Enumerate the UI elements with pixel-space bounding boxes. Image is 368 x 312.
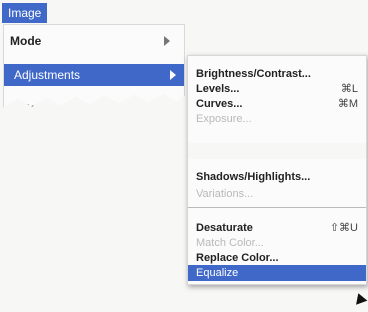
submenu-item-desaturate[interactable]: Desaturate ⇧⌘U [196,220,358,236]
torn-edge [188,143,366,159]
menu-item-label: Auto Tone [10,101,69,115]
menu-item-label: Equalize [196,267,239,279]
submenu-item-curves[interactable]: Curves... ⌘M [196,96,358,112]
menu-item-label: Desaturate [196,222,253,234]
menu-item-label: Mode [10,34,42,48]
image-menu-title[interactable]: Image [2,3,48,23]
shortcut-label: ⌘M [337,98,358,110]
submenu-item-equalize[interactable]: Equalize [188,265,366,281]
menu-divider [188,207,366,208]
menu-item-mode[interactable]: Mode [10,30,178,52]
submenu-arrow-icon [170,70,176,80]
image-menu: Mode Adjustments Auto Tone ⇧⌘L [3,24,185,115]
shortcut-label: ⇧⌘U [329,222,358,234]
shortcut-label: ⇧⌘L [141,101,170,115]
menu-item-label: Shadows/Highlights... [196,171,311,183]
adjustments-submenu: Brightness/Contrast... Levels... ⌘L Curv… [187,55,367,285]
submenu-item-shadows-highlights[interactable]: Shadows/Highlights... [196,169,358,185]
menu-item-label: Exposure... [196,113,252,125]
mouse-pointer-icon [352,291,368,305]
menu-item-label: Levels... [196,83,240,95]
shortcut-label: ⌘L [340,83,358,95]
menu-item-label: Match Color... [196,237,264,249]
menu-item-label: Variations... [196,188,254,200]
menu-item-label: Replace Color... [196,252,279,264]
menu-item-label: Curves... [196,98,243,110]
menu-item-label: Adjustments [14,68,81,82]
submenu-arrow-icon [164,36,170,46]
submenu-item-replace-color[interactable]: Replace Color... [196,250,358,266]
menu-item-label: Brightness/Contrast... [196,68,311,80]
submenu-item-exposure: Exposure... [196,111,358,127]
submenu-item-levels[interactable]: Levels... ⌘L [196,81,358,97]
submenu-item-brightness-contrast[interactable]: Brightness/Contrast... [196,66,358,82]
submenu-item-match-color: Match Color... [196,235,358,251]
menu-item-adjustments[interactable]: Adjustments [4,64,184,86]
menu-item-auto-tone[interactable]: Auto Tone ⇧⌘L [10,97,178,115]
submenu-item-variations: Variations... [196,186,358,202]
